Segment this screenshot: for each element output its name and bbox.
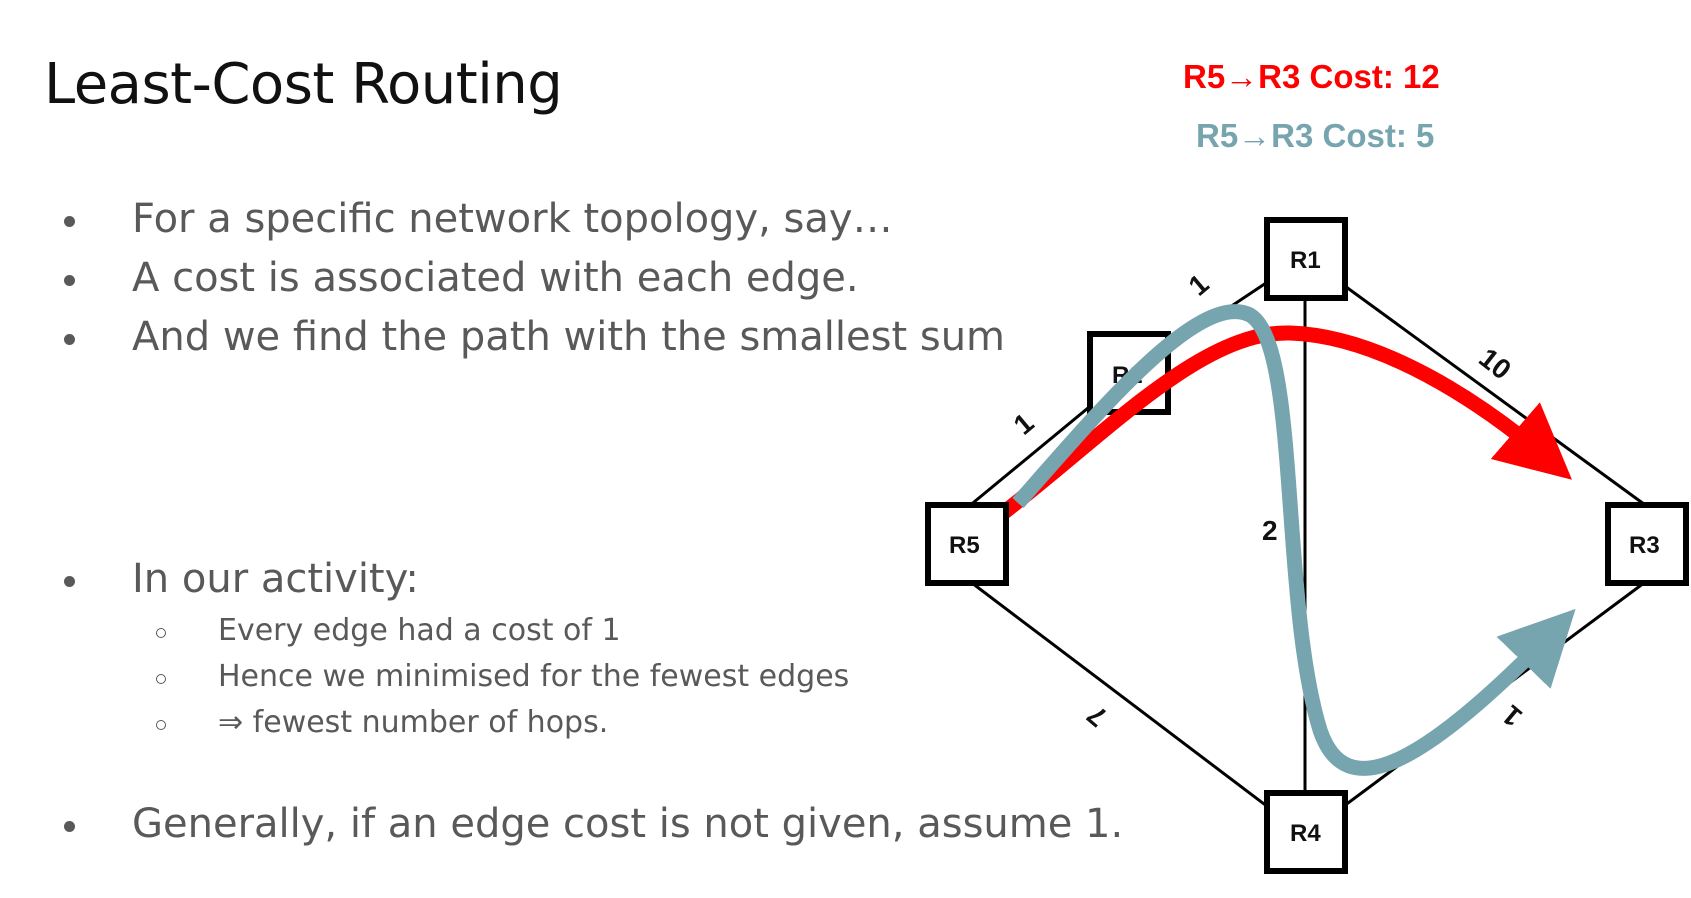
router-r1: R1 [1264, 217, 1348, 301]
edges [967, 255, 1649, 837]
edge-cost-r1-r4: 2 [1262, 515, 1278, 546]
edge-cost-r2-r1: 1 [1183, 268, 1215, 302]
svg-text:R1: R1 [1290, 247, 1321, 274]
edge-r5-r4 [967, 578, 1306, 837]
router-r4: R4 [1264, 790, 1348, 874]
edge-cost-r5-r4: 7 [1081, 699, 1113, 733]
svg-text:R4: R4 [1290, 820, 1321, 847]
network-topology-diagram: 1 1 10 2 7 1 R2 R1 R5 R3 R4 [925, 217, 1689, 874]
edge-cost-r5-r2: 1 [1008, 407, 1040, 441]
router-r5: R5 [925, 502, 1009, 586]
svg-text:R3: R3 [1629, 532, 1660, 559]
edge-cost-r1-r3: 10 [1473, 342, 1517, 386]
edge-cost-r4-r3: 1 [1496, 699, 1528, 733]
router-r3: R3 [1605, 502, 1689, 586]
edge-r1-r3 [1304, 255, 1649, 509]
svg-text:R5: R5 [949, 532, 980, 559]
